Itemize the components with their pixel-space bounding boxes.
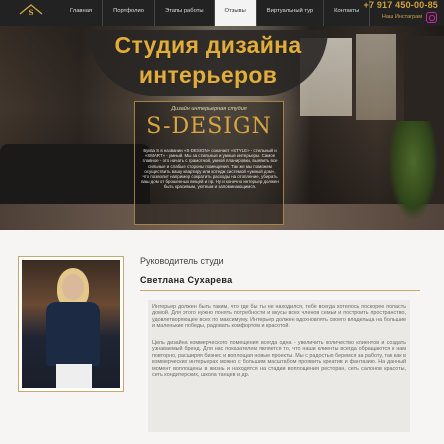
about-paragraph-2: Цель дизайна коммерческого помещения все… [152,340,406,379]
hero-title-line1: Студия дизайна [114,32,302,58]
phone-number[interactable]: +7 917 450-00-85 [363,0,438,10]
photo-head-shape [62,274,84,300]
nav-item-virtual-tour[interactable]: Виртуальный тур [257,0,325,26]
brand-description-box: Дизайн интерьерная студия S-DESIGN Буква… [134,101,284,225]
director-role: Руководитель студи [140,256,224,266]
nav-item-portfolio[interactable]: Портфолио [103,0,155,26]
brand-tagline: Дизайн интерьерная студия [171,106,247,112]
instagram-icon[interactable] [426,12,437,23]
s-design-logo-icon[interactable]: S [18,3,44,17]
director-photo [22,260,120,388]
brand-description: Буква S в названии «S-DESIGN» означает «… [141,148,279,190]
director-photo-frame [18,256,124,392]
brand-logo-text: S-DESIGN [146,114,272,139]
hero-title-line2: интерьеров [138,62,278,88]
nav-item-reviews[interactable]: Отзывы [214,0,257,26]
divider [140,290,420,291]
director-name: Светлана Сухарева [140,275,233,285]
photo-body-shape [46,302,100,366]
about-paragraph-1: Интерьер должен быть таким, что где бы т… [152,304,406,330]
main-nav: Главная Портфолио Этапы работы Отзывы Ви… [60,0,371,26]
hero-section: Студия дизайна интерьеров Дизайн интерье… [0,26,444,230]
instagram-label[interactable]: Наш Инстаграм [382,14,422,20]
hero-sofa-decor [0,144,150,204]
nav-item-home[interactable]: Главная [60,0,104,26]
hero-plant-decor [388,121,438,221]
hero-window-decor [356,34,396,120]
nav-item-stages[interactable]: Этапы работы [155,0,215,26]
top-navigation-bar: S Главная Портфолио Этапы работы Отзывы … [0,0,444,26]
photo-legs-shape [56,364,92,388]
svg-text:S: S [28,8,33,17]
